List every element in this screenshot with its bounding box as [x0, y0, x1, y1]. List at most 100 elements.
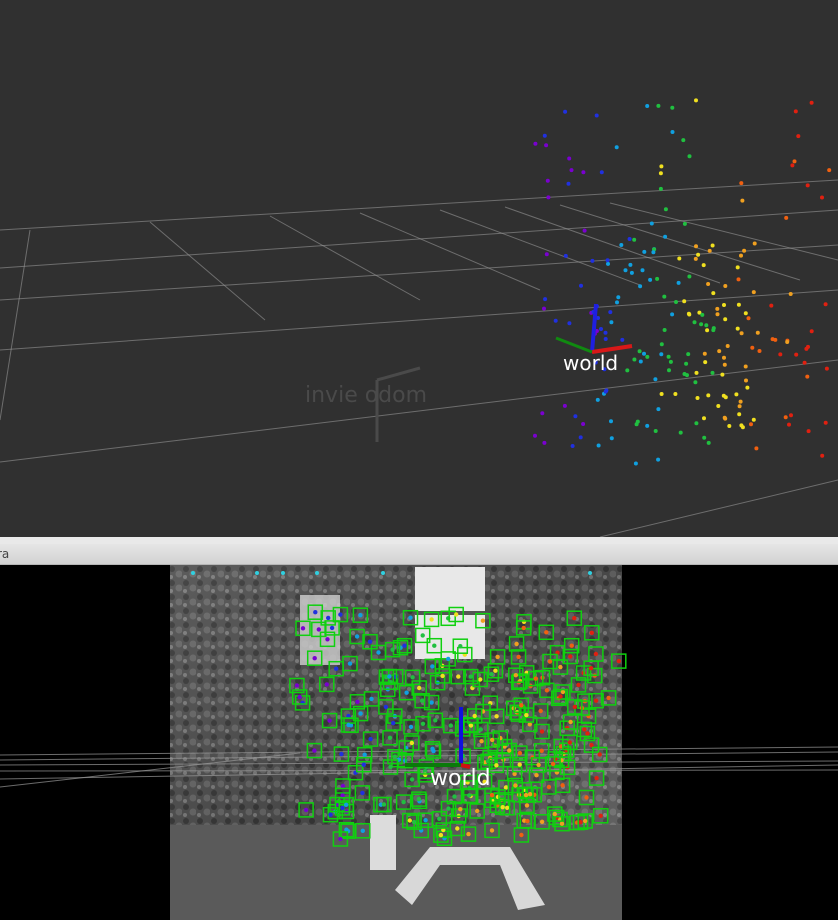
feature-point [472, 713, 477, 719]
feature-point [401, 799, 406, 805]
feature-point [408, 615, 413, 620]
camera-view[interactable]: world [0, 565, 838, 920]
point [723, 416, 728, 421]
feature-point [338, 836, 343, 842]
point [744, 378, 748, 383]
point [542, 306, 546, 311]
point [734, 392, 739, 397]
point [638, 284, 643, 289]
feature-point [452, 794, 457, 799]
feature-point [517, 750, 523, 756]
point [743, 364, 748, 369]
point [727, 424, 732, 428]
point [642, 351, 646, 356]
point [673, 392, 678, 396]
point [540, 411, 545, 416]
point [693, 380, 698, 385]
camera-scene: world [0, 565, 838, 920]
point [674, 300, 678, 304]
point [746, 316, 751, 321]
feature-point [354, 634, 360, 639]
point [633, 461, 638, 466]
point [737, 412, 742, 417]
feature-point [546, 784, 552, 790]
feature-point [558, 694, 563, 699]
point [595, 397, 600, 402]
feature-point [420, 721, 426, 726]
feature-point [455, 826, 460, 831]
feature-point [456, 674, 461, 679]
feature-point [569, 643, 574, 648]
feature-point [344, 802, 349, 807]
feature-point [523, 792, 529, 798]
feature-point [494, 763, 499, 768]
point-cloud [533, 98, 832, 466]
point [702, 416, 706, 421]
feature-point [588, 571, 592, 575]
point [740, 425, 745, 430]
feature-point [572, 616, 577, 621]
feature-point [432, 643, 437, 648]
point [820, 453, 825, 458]
feature-point [392, 754, 398, 759]
feature-point [572, 704, 577, 710]
feature-point [475, 808, 480, 814]
point [545, 178, 550, 183]
point [609, 436, 614, 441]
point [542, 440, 547, 445]
point [662, 328, 667, 332]
point [725, 344, 730, 348]
feature-point [513, 673, 518, 678]
feature-point [300, 626, 306, 631]
feature-point [383, 704, 389, 710]
3d-viewport[interactable]: invie odom world [0, 0, 838, 537]
point [693, 256, 698, 261]
feature-point [362, 752, 367, 757]
point [596, 443, 601, 448]
feature-point [360, 828, 365, 833]
feature-point [408, 724, 414, 730]
camera-panel-titlebar[interactable]: ra [0, 544, 838, 565]
point [692, 320, 697, 325]
feature-point [524, 712, 529, 718]
grid-line [359, 212, 541, 291]
feature-point [536, 762, 541, 768]
point [670, 312, 675, 317]
point [676, 280, 681, 285]
feature-point [361, 762, 366, 767]
feature-point [519, 703, 524, 708]
feature-point [346, 722, 351, 728]
point [802, 360, 807, 365]
point [706, 282, 711, 286]
point [736, 277, 741, 282]
point [616, 295, 621, 300]
feature-point [524, 803, 530, 808]
point [653, 377, 658, 382]
point [715, 306, 720, 311]
point [820, 195, 824, 200]
point [789, 413, 793, 418]
point [704, 323, 709, 328]
post [370, 815, 396, 870]
feature-point [381, 571, 385, 575]
feature-point [388, 764, 393, 770]
feature-point [420, 633, 425, 638]
feature-point [255, 571, 259, 575]
point [702, 351, 707, 356]
point [579, 283, 583, 288]
feature-point [507, 748, 512, 753]
point [653, 429, 658, 433]
point [682, 221, 687, 226]
feature-point [340, 783, 346, 789]
feature-point [517, 762, 522, 767]
feature-point [598, 813, 603, 818]
point [682, 299, 687, 304]
point [824, 366, 829, 371]
point [543, 297, 548, 302]
point [682, 372, 687, 376]
point [645, 354, 650, 359]
feature-point [454, 612, 459, 617]
feature-point [367, 639, 373, 644]
point [703, 360, 708, 365]
feature-point [593, 698, 599, 703]
